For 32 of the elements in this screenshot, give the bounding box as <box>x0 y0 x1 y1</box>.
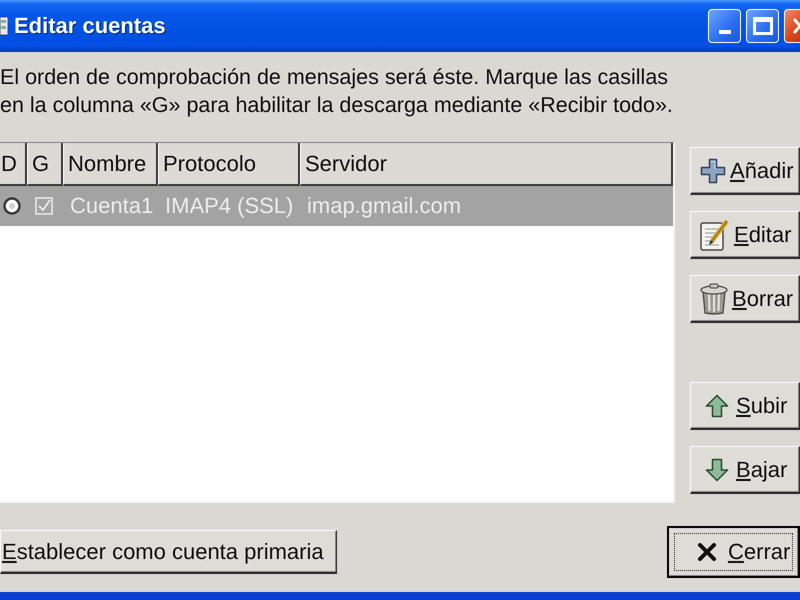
move-up-button[interactable]: Subir <box>690 382 800 430</box>
window-title: Editar cuentas <box>14 13 166 39</box>
description-text: El orden de comprobación de mensajes será éste. Marque las casillas en la columna «G» para habilitar la descarga mediante «Recibir todo». <box>0 64 674 119</box>
close-button[interactable] <box>784 9 800 43</box>
close-icon <box>792 17 800 35</box>
receive-checkbox[interactable] <box>35 197 53 215</box>
table-cell-text: imap.gmail.com <box>306 192 462 220</box>
column-header[interactable]: D <box>0 143 27 186</box>
notepad-pencil-icon <box>700 218 730 250</box>
delete-button[interactable]: Borrar <box>690 275 800 323</box>
maximize-button[interactable] <box>746 9 779 43</box>
column-header[interactable]: Servidor <box>300 143 673 186</box>
trash-can-icon <box>700 282 728 314</box>
table-cell-text: Cuenta1 <box>69 192 154 220</box>
move-down-button[interactable]: Bajar <box>690 446 800 494</box>
close-icon <box>697 543 717 561</box>
column-header[interactable]: G <box>27 143 63 186</box>
plus-icon <box>700 158 726 184</box>
edit-button[interactable]: Editar <box>690 211 800 259</box>
app-icon <box>0 17 8 35</box>
add-button[interactable]: Añadir <box>690 147 800 195</box>
column-header[interactable]: Protocolo <box>158 143 300 186</box>
default-radio[interactable] <box>2 197 20 215</box>
column-header[interactable]: Nombre <box>63 143 158 186</box>
set-primary-button[interactable]: Establecer como cuenta primaria <box>0 530 337 574</box>
close-dialog-button[interactable]: Cerrar <box>667 526 800 578</box>
table-cell-text: IMAP4 (SSL) <box>164 192 294 220</box>
minimize-icon <box>718 30 730 34</box>
minimize-button[interactable] <box>708 9 741 43</box>
up-arrow-icon <box>705 394 729 418</box>
down-arrow-icon <box>705 458 729 482</box>
maximize-icon <box>752 17 772 35</box>
